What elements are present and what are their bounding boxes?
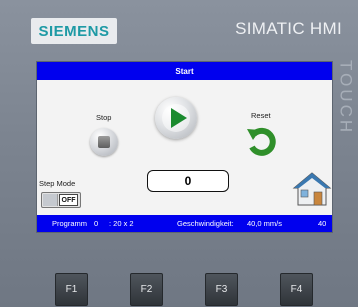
counter-display: 0 — [147, 170, 229, 192]
start-button[interactable] — [155, 97, 197, 139]
toggle-state-label: OFF — [59, 194, 78, 206]
reset-label: Reset — [251, 111, 271, 120]
touch-label: TOUCH — [336, 60, 356, 136]
speed-label: Geschwindigkeit: — [177, 219, 234, 228]
hmi-screen: Start Stop Reset 0 Step Mode OFF Program… — [36, 61, 333, 233]
siemens-logo: SIEMENS — [31, 18, 117, 44]
hmi-panel: SIEMENS SIMATIC HMI TOUCH Start Stop Res… — [0, 0, 358, 307]
reset-button[interactable] — [245, 125, 279, 157]
simatic-hmi-label: SIMATIC HMI — [235, 19, 342, 38]
f3-key[interactable]: F3 — [205, 273, 238, 306]
screen-title-bar: Start — [37, 62, 332, 80]
home-icon — [292, 172, 332, 206]
speed-raw-value: 40 — [318, 219, 327, 228]
screen-title: Start — [175, 66, 194, 76]
reset-icon — [247, 127, 276, 156]
step-mode-toggle[interactable]: OFF — [41, 192, 81, 208]
status-bar: Programm 0 : 20 x 2 Geschwindigkeit: 40,… — [37, 215, 332, 232]
programm-value: 0 — [94, 219, 99, 228]
f4-key[interactable]: F4 — [280, 273, 313, 306]
f2-key[interactable]: F2 — [130, 273, 163, 306]
toggle-knob — [43, 194, 58, 206]
home-button[interactable] — [292, 170, 332, 208]
step-mode-label: Step Mode — [39, 179, 76, 188]
stop-icon — [98, 136, 110, 148]
programm-label: Programm — [52, 219, 88, 228]
grid-size: : 20 x 2 — [109, 219, 134, 228]
f1-key[interactable]: F1 — [55, 273, 88, 306]
counter-value: 0 — [184, 174, 192, 188]
speed-value: 40,0 mm/s — [247, 219, 283, 228]
stop-label: Stop — [96, 113, 112, 122]
play-icon — [162, 104, 190, 132]
stop-button[interactable] — [90, 128, 118, 156]
